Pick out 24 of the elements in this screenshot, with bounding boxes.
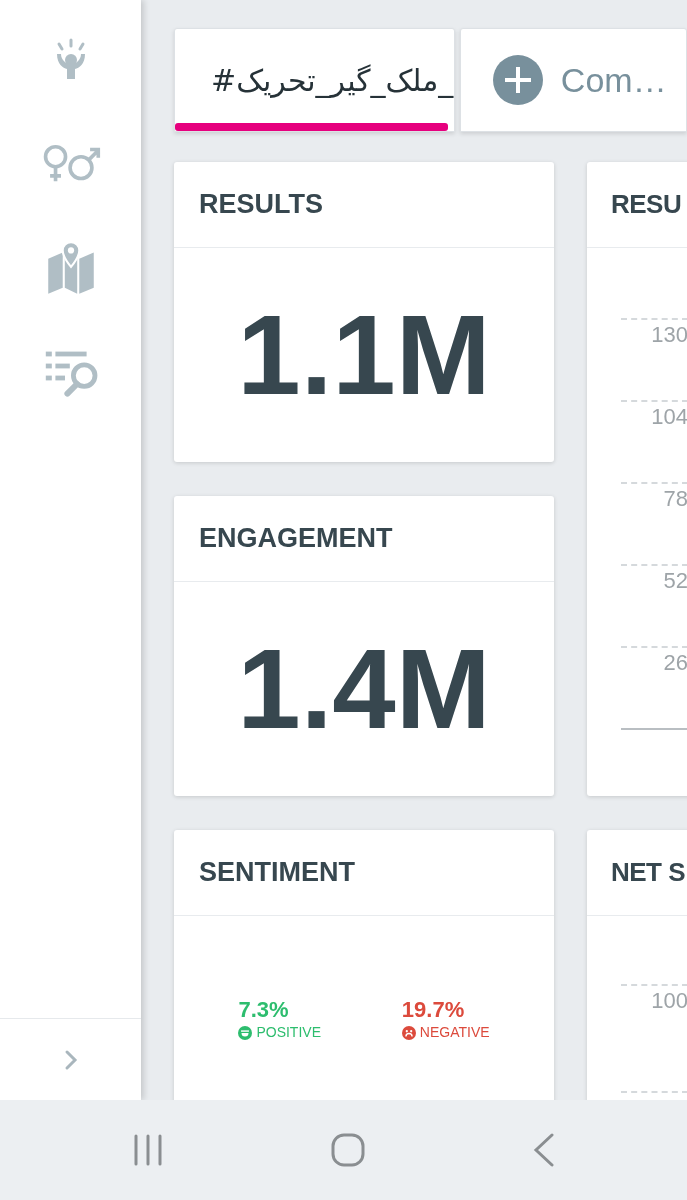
sentiment-percent: 7.3%	[238, 998, 290, 1023]
home-icon[interactable]	[331, 1133, 366, 1167]
axis-tick-label: 104	[650, 403, 687, 431]
card-title: RESU	[587, 162, 687, 248]
frown-face-icon	[401, 1025, 416, 1040]
expand-chevron-icon[interactable]	[63, 1048, 78, 1071]
smile-face-icon	[238, 1025, 253, 1040]
card-title: NET S	[587, 830, 687, 916]
card-title: ENGAGEMENT	[174, 496, 554, 582]
metric-value: 1.4M	[237, 632, 491, 746]
sentiment-label: POSITIVE	[238, 1022, 321, 1044]
card-title: RESULTS	[174, 162, 554, 248]
metric-value: 1.1M	[237, 298, 491, 412]
tab[interactable]: _ملک_گیر_تحریک#	[174, 28, 455, 132]
plus-icon	[492, 55, 543, 105]
sentiment-percent: 19.7%	[401, 998, 466, 1023]
axis-tick-label: 78	[662, 485, 687, 513]
back-icon[interactable]	[533, 1133, 556, 1167]
axis-tick-label: 130	[650, 321, 687, 349]
card-title: SENTIMENT	[174, 830, 554, 916]
axis-tick-label: 26	[662, 649, 687, 677]
axis-tick-label: 52	[662, 567, 687, 595]
sentiment-label: NEGATIVE	[401, 1022, 490, 1044]
axis-tick-label: 100	[650, 987, 687, 1015]
